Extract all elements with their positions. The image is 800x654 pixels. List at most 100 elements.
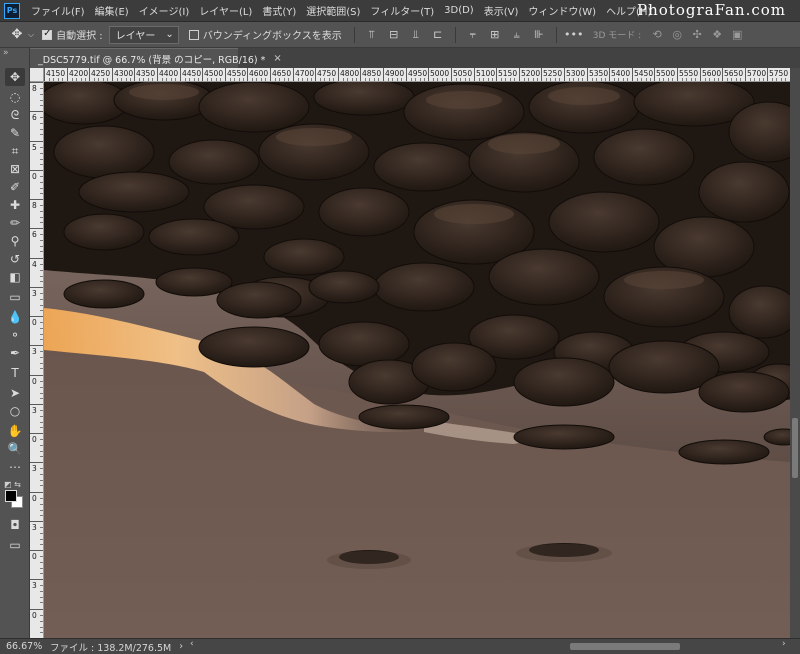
ruler-label: 4650	[272, 69, 292, 78]
ruler-minor-tick	[40, 281, 43, 282]
path-selection-icon[interactable]: ➤	[5, 384, 25, 402]
ruler-minor-tick	[162, 78, 163, 81]
eyedropper-icon[interactable]: ✐	[5, 178, 25, 196]
foreground-color-swatch[interactable]	[5, 490, 17, 502]
zoom-level-field[interactable]: 66.67%	[0, 641, 44, 652]
ruler-label: 5300	[566, 69, 586, 78]
menu-type[interactable]: 書式(Y)	[257, 3, 301, 18]
distribute-top-icon[interactable]: ⫧	[465, 27, 481, 43]
distribute-horizontal-icon[interactable]: ⊪	[531, 27, 547, 43]
vertical-scrollbar[interactable]	[790, 68, 800, 638]
ruler-minor-tick	[207, 78, 208, 81]
ruler-minor-tick	[117, 78, 118, 81]
ruler-minor-tick	[637, 78, 638, 81]
move-tool-preset-icon[interactable]: ✥	[6, 25, 28, 45]
screen-mode-icon[interactable]: ▭	[5, 536, 25, 554]
menu-edit[interactable]: 編集(E)	[90, 3, 134, 18]
close-icon[interactable]: ×	[273, 53, 281, 64]
scroll-right-icon[interactable]: ›	[782, 639, 786, 649]
ruler-origin[interactable]	[30, 68, 44, 82]
menu-view[interactable]: 表示(V)	[479, 3, 524, 18]
edit-toolbar-icon[interactable]: ⋯	[5, 458, 25, 476]
more-options-icon[interactable]: •••	[564, 27, 583, 43]
pen-tool-icon[interactable]: ✒	[5, 344, 25, 362]
vertical-ruler[interactable]: 8 6 5 0 8 6 4 3 0 3 0 3 0 3 0 3 0 3 0	[30, 82, 44, 638]
horizontal-ruler[interactable]: 4150 4200 4250 4300 4350 4400 4450 4500 4550 4600…	[44, 68, 790, 82]
gradient-tool-icon[interactable]: ▭	[5, 288, 25, 306]
horizontal-scroll-thumb[interactable]	[570, 643, 680, 650]
ruler-label: 3	[32, 464, 37, 473]
crop-tool-icon[interactable]: ⌗	[5, 142, 25, 160]
chevron-right-icon[interactable]: ›	[179, 641, 183, 652]
ruler-minor-tick	[555, 78, 556, 81]
3d-orbit-icon[interactable]: ⟲	[650, 28, 664, 42]
ruler-minor-tick	[121, 78, 122, 81]
menu-layer[interactable]: レイヤー(L)	[194, 3, 257, 18]
zoom-tool-icon[interactable]: 🔍	[5, 440, 25, 458]
ruler-minor-tick	[40, 515, 43, 516]
ruler-minor-tick	[627, 78, 628, 81]
menu-file[interactable]: ファイル(F)	[26, 3, 90, 18]
type-tool-icon[interactable]: T	[5, 364, 25, 382]
ellipse-shape-icon[interactable]: ○	[5, 402, 25, 420]
ruler-minor-tick	[695, 78, 696, 81]
ruler-major-tick	[338, 68, 339, 81]
clone-stamp-icon[interactable]: ⚲	[5, 232, 25, 250]
image-canvas[interactable]	[44, 82, 790, 638]
hand-tool-icon[interactable]: ✋	[5, 422, 25, 440]
align-vertical-centers-icon[interactable]: ⊟	[386, 27, 402, 43]
ruler-minor-tick	[641, 78, 642, 81]
dodge-tool-icon[interactable]: ⚬	[5, 326, 25, 344]
scroll-left-icon[interactable]: ‹	[190, 639, 194, 649]
ruler-major-tick	[112, 68, 113, 81]
ruler-minor-tick	[40, 445, 43, 446]
menu-bar: Ps ファイル(F) 編集(E) イメージ(I) レイヤー(L) 書式(Y) 選…	[0, 0, 800, 22]
ruler-minor-tick	[40, 193, 43, 194]
distribute-bottom-icon[interactable]: ⫨	[509, 27, 525, 43]
ruler-minor-tick	[40, 597, 43, 598]
lasso-tool-icon[interactable]: ᘓ	[5, 106, 25, 124]
ruler-minor-tick	[40, 556, 43, 557]
healing-brush-icon[interactable]: ✚	[5, 196, 25, 214]
horizontal-scrollbar[interactable]	[200, 642, 780, 651]
chevron-down-icon[interactable]: ⌵	[28, 30, 34, 40]
show-transform-controls-checkbox[interactable]	[188, 29, 199, 40]
align-top-edges-icon[interactable]: ⫪	[364, 27, 380, 43]
ruler-minor-tick	[76, 78, 77, 81]
default-colors-icon[interactable]: ◩ ⇆	[4, 480, 21, 489]
frame-tool-icon[interactable]: ⊠	[5, 160, 25, 178]
align-left-edges-icon[interactable]: ⊏	[430, 27, 446, 43]
auto-select-target-dropdown[interactable]: レイヤー ⌄	[108, 25, 179, 44]
3d-pan-icon[interactable]: ✣	[690, 28, 704, 42]
align-bottom-edges-icon[interactable]: ⫫	[408, 27, 424, 43]
menu-select[interactable]: 選択範囲(S)	[301, 3, 365, 18]
3d-scale-icon[interactable]: ▣	[730, 28, 744, 42]
ruler-minor-tick	[740, 78, 741, 81]
brush-tool-icon[interactable]: ✏	[5, 214, 25, 232]
3d-slide-icon[interactable]: ❖	[710, 28, 724, 42]
elliptical-marquee-icon[interactable]: ◌	[5, 88, 25, 106]
menu-window[interactable]: ウィンドウ(W)	[523, 3, 601, 18]
ruler-minor-tick	[415, 78, 416, 81]
ruler-minor-tick	[347, 78, 348, 81]
3d-roll-icon[interactable]: ◎	[670, 28, 684, 42]
ruler-label: 5150	[498, 69, 518, 78]
move-tool-icon[interactable]: ✥	[5, 68, 25, 86]
blur-tool-icon[interactable]: 💧	[5, 308, 25, 326]
quick-selection-icon[interactable]: ✎	[5, 124, 25, 142]
distribute-center-icon[interactable]: ⊞	[487, 27, 503, 43]
menu-image[interactable]: イメージ(I)	[134, 3, 195, 18]
document-tab[interactable]: _DSC5779.tif @ 66.7% (背景 のコピー, RGB/16) *…	[30, 48, 282, 68]
ruler-minor-tick	[40, 363, 43, 364]
quick-mask-icon[interactable]: ◘	[5, 516, 25, 534]
ruler-minor-tick	[781, 78, 782, 81]
history-brush-icon[interactable]: ↺	[5, 250, 25, 268]
separator	[353, 26, 355, 43]
eraser-tool-icon[interactable]: ◧	[5, 268, 25, 286]
collapse-panel-icon[interactable]: »	[3, 48, 9, 58]
ruler-minor-tick	[40, 123, 43, 124]
menu-filter[interactable]: フィルター(T)	[365, 3, 439, 18]
auto-select-checkbox[interactable]	[42, 28, 53, 40]
vertical-scroll-thumb[interactable]	[792, 418, 798, 478]
menu-3d[interactable]: 3D(D)	[439, 5, 479, 16]
